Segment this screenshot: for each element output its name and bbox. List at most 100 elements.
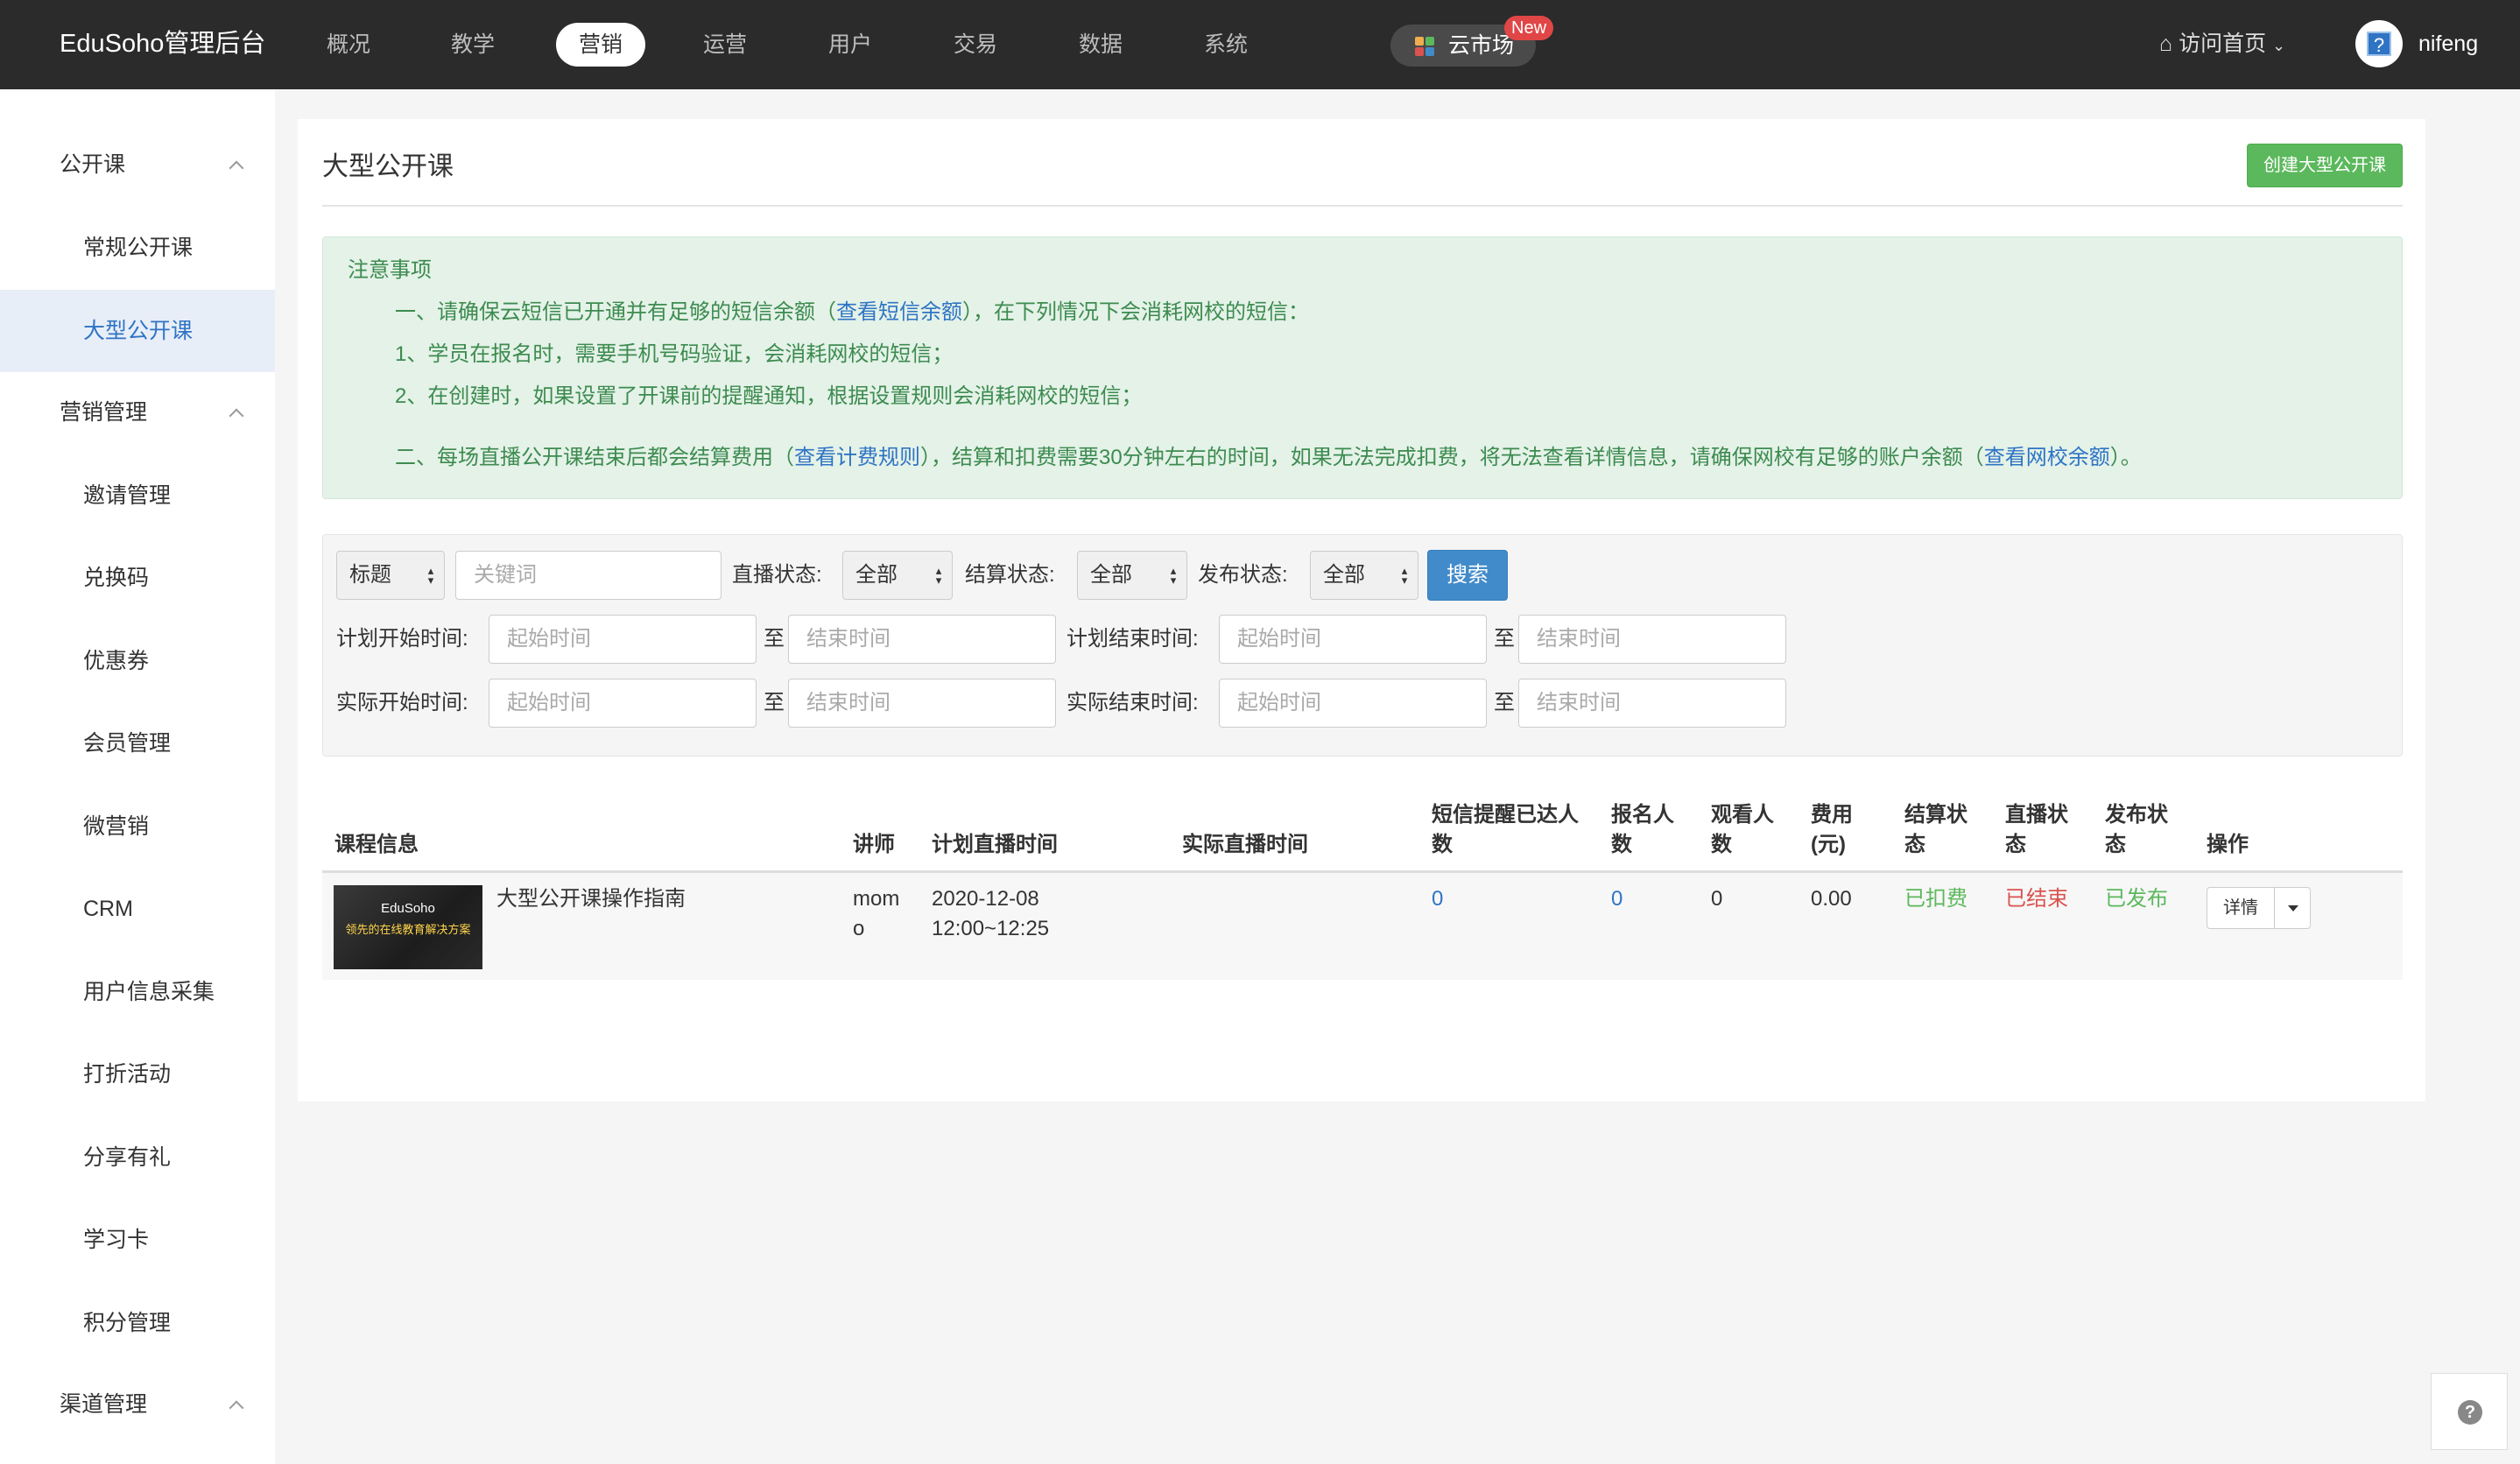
sidebar: 公开课 常规公开课 大型公开课 营销管理 邀请管理 兑换码 优惠券 会员管理 微…: [0, 89, 275, 1464]
sidebar-item-redeem-code[interactable]: 兑换码: [0, 537, 275, 619]
live-status-select[interactable]: 全部 ▴ ▾: [842, 551, 953, 600]
notice-line-1: 一、请确保云短信已开通并有足够的短信余额（查看短信余额），在下列情况下会消耗网校…: [395, 300, 1309, 324]
notice-heading: 注意事项: [348, 258, 432, 282]
live-status-label: 直播状态:: [732, 563, 822, 587]
view-billing-rules-link[interactable]: 查看计费规则: [794, 446, 920, 469]
brand-logo[interactable]: EduSoho管理后台: [60, 26, 265, 61]
chevron-down-icon: ⌄: [2272, 37, 2286, 54]
plan-end-to-input[interactable]: 结束时间: [1518, 615, 1786, 664]
notice-line-3: 2、在创建时，如果设置了开课前的提醒通知，根据设置规则会消耗网校的短信；: [395, 384, 1143, 408]
chevron-up-icon[interactable]: [229, 1400, 244, 1416]
sidebar-item-regular-public-course[interactable]: 常规公开课: [0, 207, 275, 289]
question-circle-icon: ?: [2458, 1400, 2482, 1425]
th-sms-reached: 短信提醒已达人数: [1432, 803, 1579, 856]
visit-home-dropdown[interactable]: ⌂ 访问首页 ⌄: [2159, 26, 2285, 63]
notice-line-4: 二、每场直播公开课结束后都会结算费用（查看计费规则），结算和扣费需要30分钟左右…: [395, 446, 2142, 469]
page-title: 大型公开课: [322, 152, 454, 181]
keyword-input[interactable]: 关键词: [455, 551, 722, 600]
help-button[interactable]: ?: [2431, 1373, 2508, 1450]
search-button[interactable]: 搜索: [1427, 550, 1508, 601]
top-navbar: EduSoho管理后台 概况 教学 营销 运营 用户 交易 数据 系统 云市场 …: [0, 0, 2520, 89]
th-settle-status: 结算状态: [1904, 803, 1967, 856]
sidebar-group-marketing[interactable]: 营销管理: [60, 395, 147, 430]
plan-start-from-input[interactable]: 起始时间: [489, 615, 757, 664]
viewer-count: 0: [1711, 887, 1723, 911]
view-school-balance-link[interactable]: 查看网校余额: [1984, 446, 2110, 469]
nav-teaching[interactable]: 教学: [436, 23, 510, 67]
notice-box: 注意事项 一、请确保云短信已开通并有足够的短信余额（查看短信余额），在下列情况下…: [322, 236, 2403, 499]
more-actions-dropdown[interactable]: [2274, 887, 2311, 929]
avatar[interactable]: ?: [2355, 20, 2403, 67]
th-teacher: 讲师: [853, 833, 895, 856]
actual-start-label: 实际开始时间:: [336, 691, 468, 714]
caret-down-icon: [2288, 905, 2298, 911]
publish-status-select[interactable]: 全部 ▴ ▾: [1310, 551, 1418, 600]
th-publish-status: 发布状态: [2105, 803, 2168, 856]
sms-reached-count[interactable]: 0: [1432, 884, 1443, 914]
nav-overview[interactable]: 概况: [312, 23, 385, 67]
publish-status: 已发布: [2105, 887, 2168, 911]
plan-end-from-input[interactable]: 起始时间: [1219, 615, 1487, 664]
actual-end-to-input[interactable]: 结束时间: [1518, 679, 1786, 728]
thumbnail-caption: [334, 943, 482, 953]
enroll-count[interactable]: 0: [1611, 884, 1623, 914]
plan-start-to-input[interactable]: 结束时间: [788, 615, 1056, 664]
to-label: 至: [1494, 627, 1515, 651]
username[interactable]: nifeng: [2418, 26, 2478, 61]
sidebar-group-public-course[interactable]: 公开课: [60, 147, 125, 182]
sidebar-item-invite[interactable]: 邀请管理: [0, 454, 275, 537]
sidebar-item-crm[interactable]: CRM: [0, 868, 275, 950]
to-label: 至: [764, 691, 785, 714]
th-actual-time: 实际直播时间: [1182, 833, 1308, 856]
search-field-select[interactable]: 标题 ▴ ▾: [336, 551, 445, 600]
nav-operations[interactable]: 运营: [688, 23, 762, 67]
sidebar-item-points[interactable]: 积分管理: [0, 1282, 275, 1364]
nav-users[interactable]: 用户: [813, 23, 887, 67]
chevron-up-icon[interactable]: [229, 160, 244, 176]
actual-start-to-input[interactable]: 结束时间: [788, 679, 1056, 728]
settle-status-select[interactable]: 全部 ▴ ▾: [1077, 551, 1187, 600]
nav-data[interactable]: 数据: [1064, 23, 1137, 67]
course-thumbnail[interactable]: EduSoho 领先的在线教育解决方案: [334, 885, 482, 969]
sidebar-item-discount[interactable]: 打折活动: [0, 1033, 275, 1116]
settle-status: 已扣费: [1904, 887, 1967, 911]
course-title-link[interactable]: 大型公开课操作指南: [496, 884, 686, 914]
view-sms-balance-link[interactable]: 查看短信余额: [836, 300, 962, 324]
thumbnail-slogan: 领先的在线教育解决方案: [345, 923, 471, 936]
sidebar-item-large-public-course[interactable]: 大型公开课: [0, 290, 275, 372]
thumbnail-brand: EduSoho: [381, 901, 435, 916]
sidebar-item-membership[interactable]: 会员管理: [0, 702, 275, 785]
th-plan-time: 计划直播时间: [932, 833, 1058, 856]
apps-grid-icon: [1415, 37, 1434, 56]
th-enroll-count: 报名人数: [1611, 803, 1674, 856]
select-arrows-icon: ▴ ▾: [1170, 564, 1177, 587]
nav-system[interactable]: 系统: [1189, 23, 1263, 67]
settle-status-label: 结算状态:: [965, 563, 1055, 587]
create-large-public-course-button[interactable]: 创建大型公开课: [2247, 144, 2403, 187]
question-avatar-icon: ?: [2367, 32, 2391, 56]
select-arrows-icon: ▴ ▾: [427, 564, 434, 587]
nav-trade[interactable]: 交易: [939, 23, 1012, 67]
plan-start-label: 计划开始时间:: [336, 627, 468, 651]
detail-button[interactable]: 详情: [2207, 887, 2275, 929]
sidebar-group-channel[interactable]: 渠道管理: [60, 1387, 147, 1422]
divider: [322, 205, 2403, 207]
sidebar-item-wechat-marketing[interactable]: 微营销: [0, 785, 275, 868]
fee-amount: 0.00: [1811, 887, 1852, 911]
home-icon: ⌂: [2159, 32, 2173, 56]
sidebar-item-coupon[interactable]: 优惠券: [0, 620, 275, 702]
to-label: 至: [1494, 691, 1515, 714]
actual-start-from-input[interactable]: 起始时间: [489, 679, 757, 728]
nav-marketing[interactable]: 营销: [556, 23, 645, 67]
plan-end-label: 计划结束时间:: [1066, 627, 1199, 651]
sidebar-item-study-card[interactable]: 学习卡: [0, 1199, 275, 1281]
actual-end-label: 实际结束时间:: [1066, 691, 1199, 714]
live-status: 已结束: [2005, 887, 2068, 911]
new-badge: New: [1504, 16, 1554, 40]
actual-end-from-input[interactable]: 起始时间: [1219, 679, 1487, 728]
chevron-up-icon[interactable]: [229, 408, 244, 424]
sidebar-item-user-info-collect[interactable]: 用户信息采集: [0, 951, 275, 1033]
cloud-market-label: 云市场: [1448, 33, 1515, 58]
select-arrows-icon: ▴ ▾: [935, 564, 942, 587]
sidebar-item-share-reward[interactable]: 分享有礼: [0, 1116, 275, 1199]
